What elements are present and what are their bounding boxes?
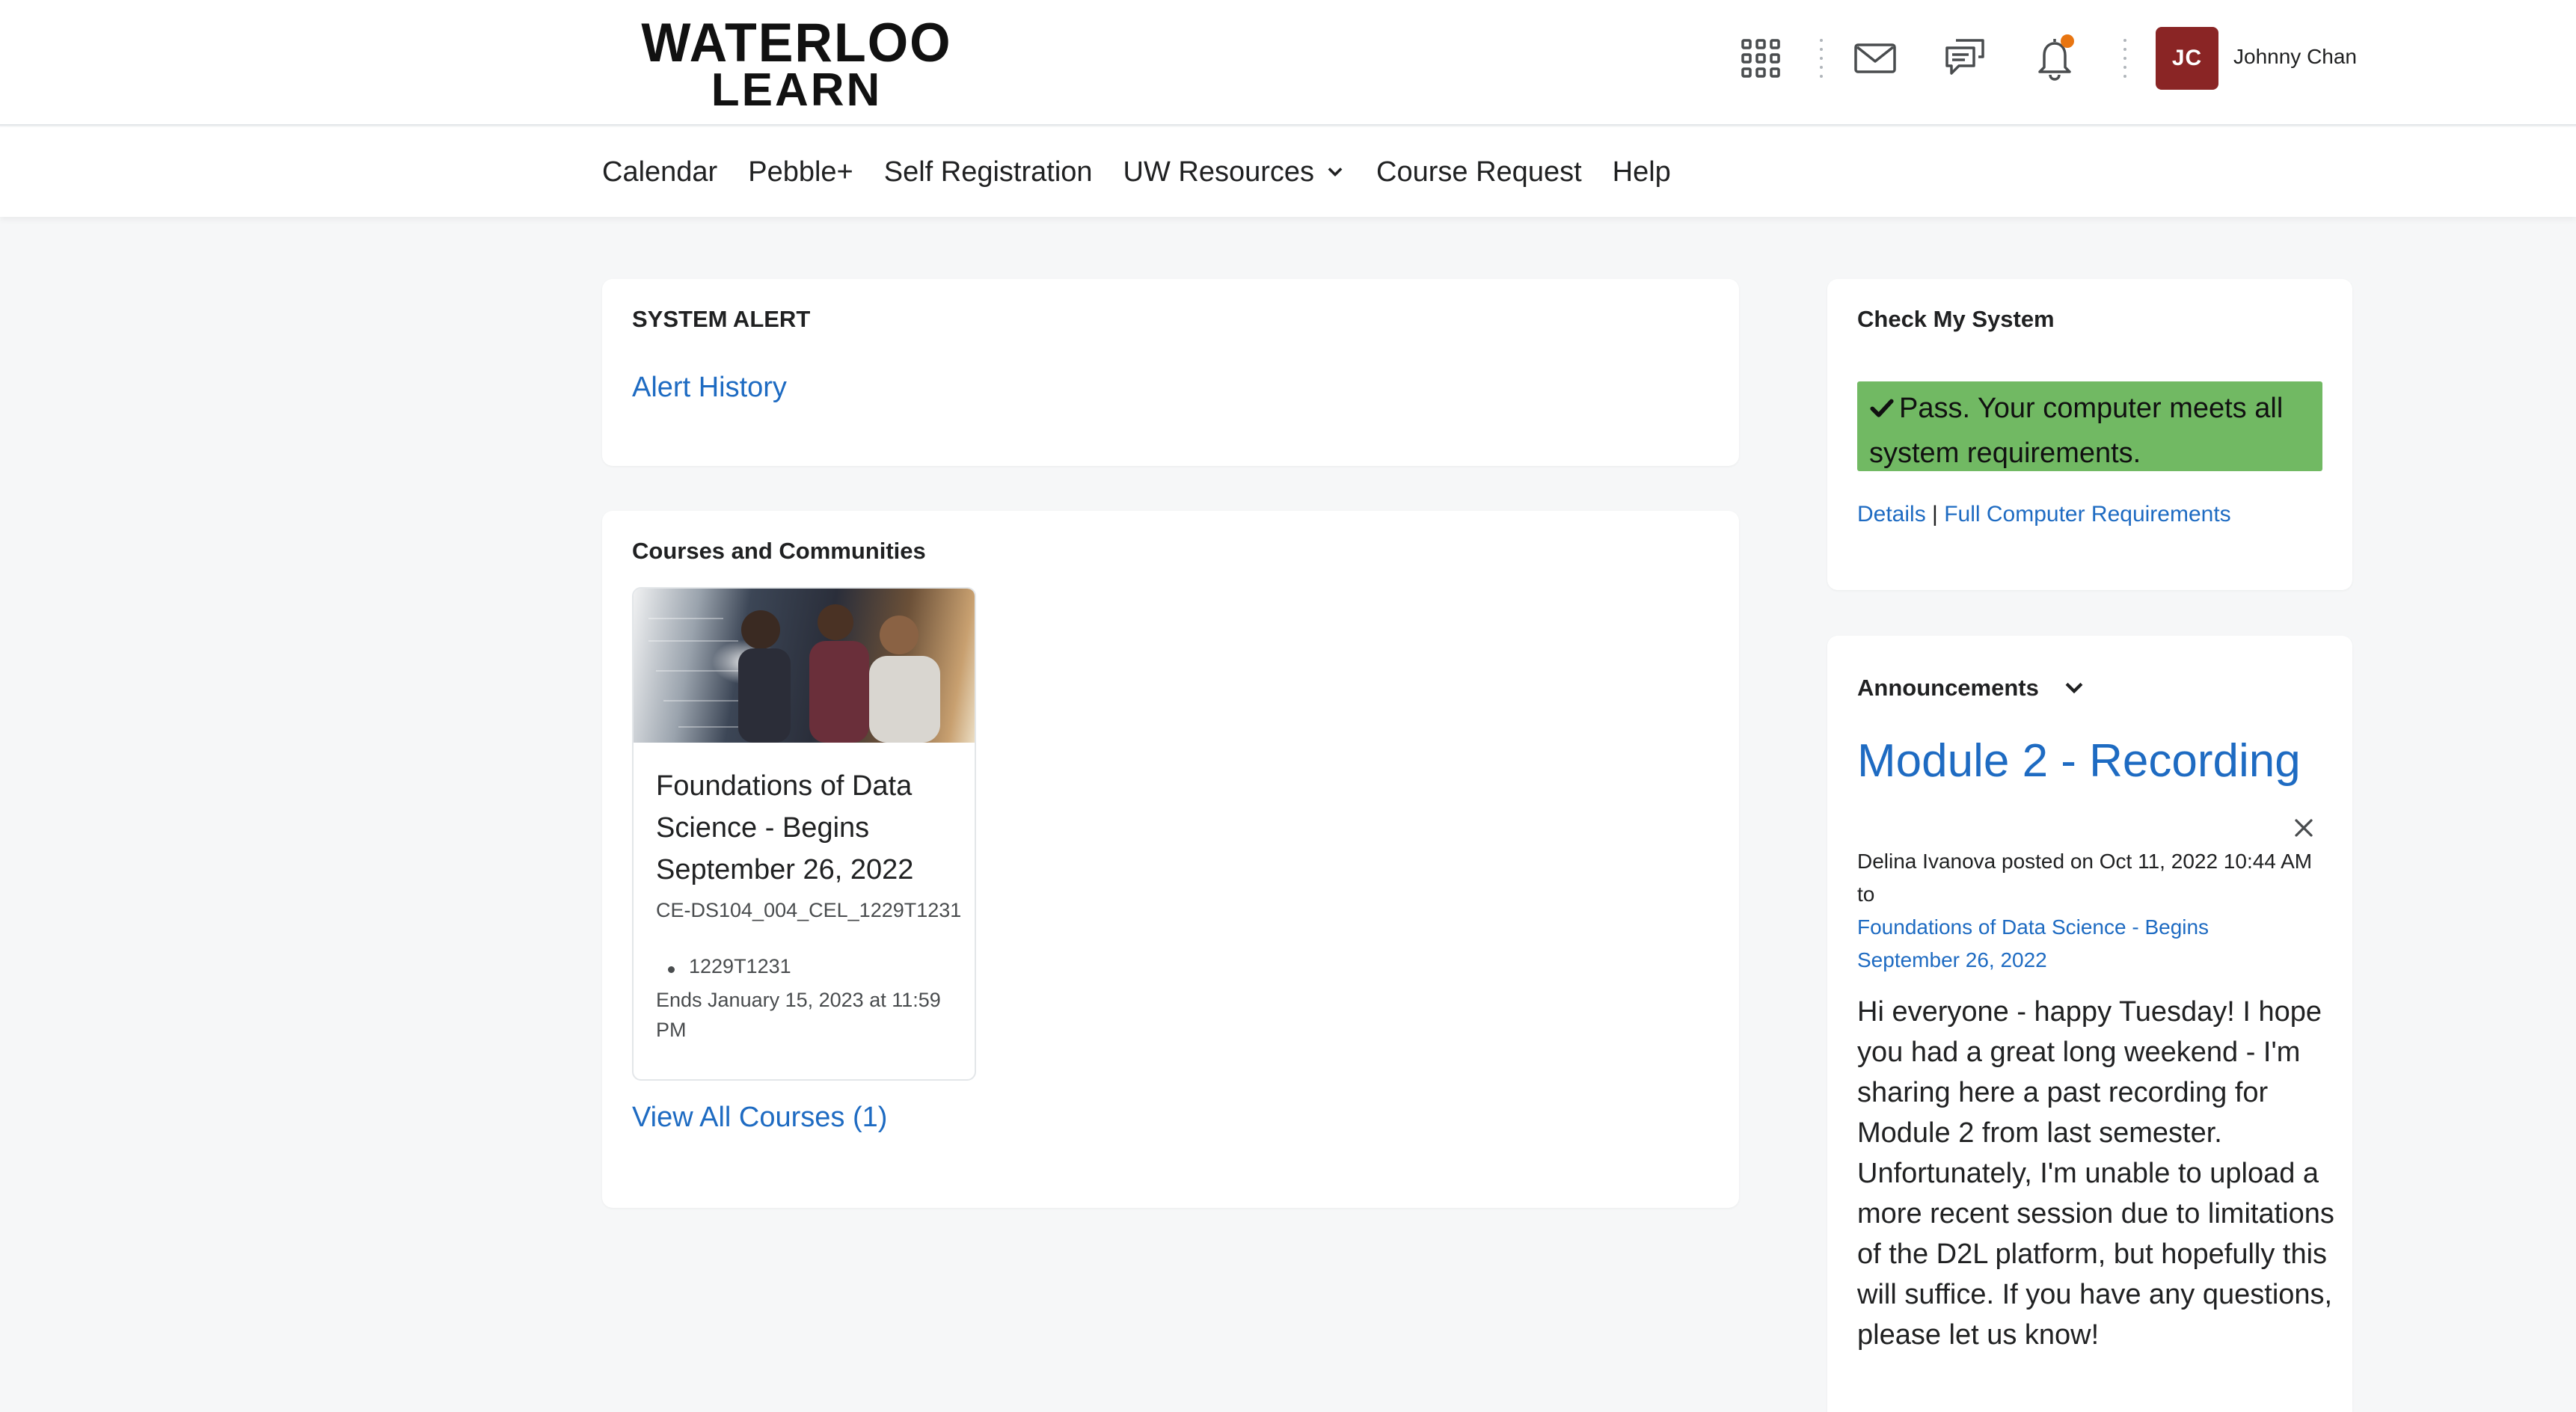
- nav-item-uw-resources[interactable]: UW Resources: [1123, 156, 1346, 188]
- widget-title: Courses and Communities: [632, 538, 926, 564]
- header-divider: [2123, 39, 2127, 78]
- nav-item-label: Course Request: [1376, 156, 1582, 188]
- full-requirements-link[interactable]: Full Computer Requirements: [1944, 502, 2230, 527]
- notification-dot: [2061, 34, 2074, 48]
- announcements-title: Announcements: [1857, 675, 2039, 701]
- details-link[interactable]: Details: [1857, 502, 1926, 527]
- nav-item-calendar[interactable]: Calendar: [602, 156, 717, 188]
- view-all-courses-link[interactable]: View All Courses (1): [632, 1102, 887, 1134]
- link-separator: |: [1932, 502, 1938, 527]
- nav-item-help[interactable]: Help: [1613, 156, 1671, 188]
- user-name[interactable]: Johnny Chan: [2233, 45, 2357, 69]
- alert-history-link[interactable]: Alert History: [632, 372, 787, 404]
- nav-item-label: UW Resources: [1123, 156, 1315, 188]
- course-tile[interactable]: Foundations of Data Science - Begins Sep…: [632, 587, 976, 1081]
- mail-icon[interactable]: [1847, 30, 1904, 87]
- announcement-body: Hi everyone - happy Tuesday! I hope you …: [1857, 996, 2334, 1351]
- system-pass-status: Pass. Your computer meets all system req…: [1857, 381, 2322, 471]
- close-icon[interactable]: [2285, 809, 2322, 847]
- course-term: 1229T1231: [668, 955, 791, 977]
- nav-item-label: Help: [1612, 156, 1671, 188]
- widget-title: SYSTEM ALERT: [632, 306, 811, 332]
- course-image: [634, 589, 975, 743]
- bell-icon[interactable]: [2026, 30, 2083, 87]
- nav-item-course-request[interactable]: Course Request: [1376, 156, 1582, 188]
- check-system-links: Details | Full Computer Requirements: [1857, 502, 2231, 527]
- widget-title: Check My System: [1857, 306, 2055, 332]
- status-text: Pass. Your computer meets all system req…: [1869, 393, 2284, 469]
- course-code: CE-DS104_004_CEL_1229T1231: [656, 899, 962, 921]
- avatar[interactable]: JC: [2156, 27, 2218, 90]
- main-nav: Calendar Pebble+ Self Registration UW Re…: [0, 127, 2576, 217]
- chat-icon[interactable]: [1936, 30, 1993, 87]
- nav-item-label: Pebble+: [748, 156, 853, 188]
- nav-item-label: Self Registration: [883, 156, 1093, 188]
- checkmark-icon: [1870, 399, 1894, 417]
- nav-item-pebble[interactable]: Pebble+: [748, 156, 853, 188]
- announcement-title-link[interactable]: Module 2 - Recording: [1857, 734, 2301, 788]
- course-name: Foundations of Data Science - Begins Sep…: [656, 770, 914, 885]
- chevron-down-icon[interactable]: [2061, 675, 2087, 701]
- announcement-meta: Delina Ivanova posted on Oct 11, 2022 10…: [1857, 850, 2313, 906]
- course-end-date: Ends January 15, 2023 at 11:59 PM: [656, 989, 941, 1041]
- courses-widget: Courses and Communities Foundations of D…: [602, 511, 1739, 1208]
- top-header: WATERLOO LEARN JC Johnny Chan: [0, 0, 2576, 126]
- announcements-widget: Announcements Module 2 - Recording Delin…: [1827, 636, 2352, 1412]
- header-icon-bar: JC Johnny Chan: [0, 0, 2576, 117]
- check-my-system-widget: Check My System Pass. Your computer meet…: [1827, 279, 2352, 590]
- nav-item-self-registration[interactable]: Self Registration: [884, 156, 1093, 188]
- nav-item-label: Calendar: [602, 156, 718, 188]
- widget-title: Announcements: [1857, 675, 2087, 702]
- announcement-course-link[interactable]: Foundations of Data Science - Begins Sep…: [1857, 911, 2306, 977]
- apps-grid-icon[interactable]: [1732, 30, 1789, 87]
- header-divider: [1819, 39, 1824, 78]
- system-alert-widget: SYSTEM ALERT Alert History: [602, 279, 1739, 466]
- chevron-down-icon: [1328, 168, 1343, 176]
